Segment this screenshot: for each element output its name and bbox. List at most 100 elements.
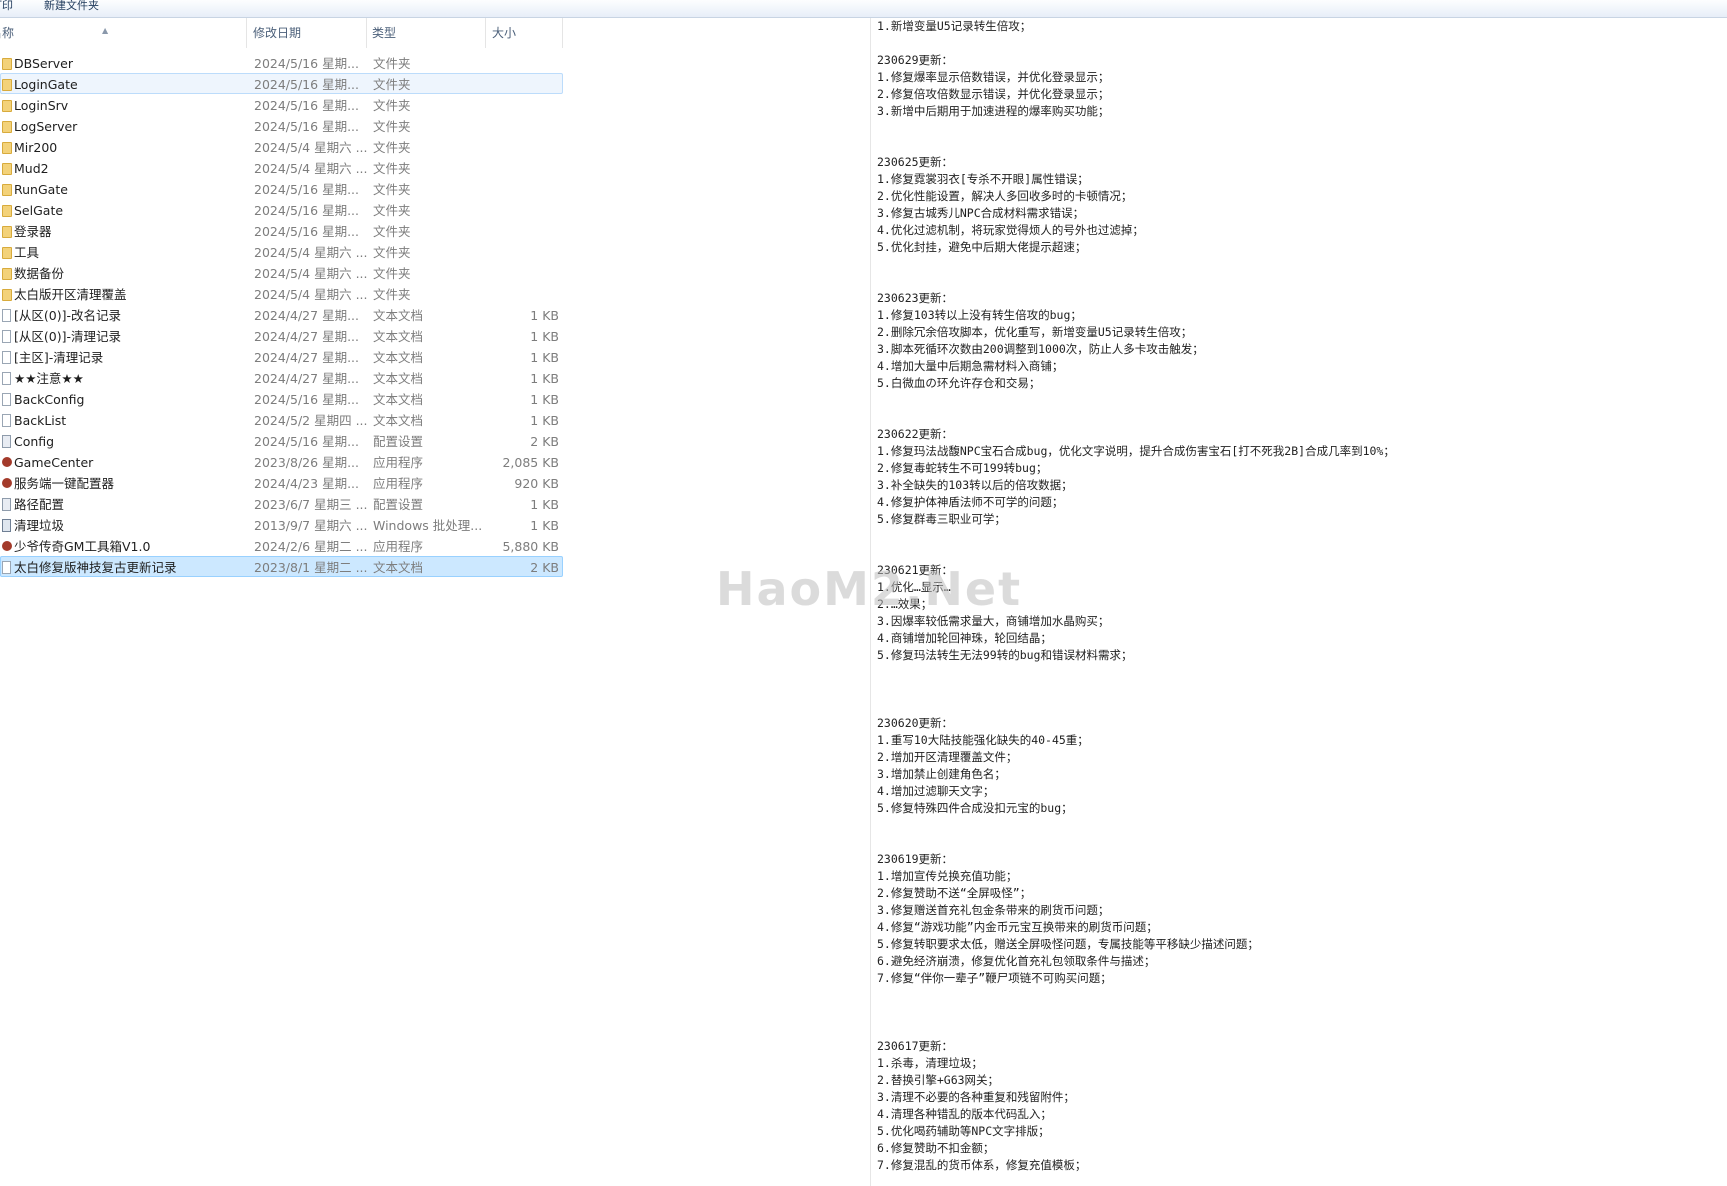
file-row[interactable]: RunGate 2024/5/16 星期... 文件夹	[0, 178, 563, 199]
file-date: 2024/5/16 星期...	[254, 56, 359, 71]
text-document-icon	[2, 414, 11, 427]
file-row[interactable]: 工具 2024/5/4 星期六 ... 文件夹	[0, 241, 563, 262]
file-type: 文件夹	[373, 224, 411, 239]
text-document-icon	[2, 393, 11, 406]
file-size: 1 KB	[530, 497, 559, 512]
file-name: LoginSrv	[14, 98, 69, 113]
file-row[interactable]: [从区(0)]-清理记录 2024/4/27 星期... 文本文档 1 KB	[0, 325, 563, 346]
file-date: 2024/5/4 星期六 ...	[254, 266, 368, 281]
file-row[interactable]: 登录器 2024/5/16 星期... 文件夹	[0, 220, 563, 241]
folder-icon	[2, 289, 12, 301]
file-row[interactable]: 太白版开区清理覆盖 2024/5/4 星期六 ... 文件夹	[0, 283, 563, 304]
text-document-icon	[2, 351, 11, 364]
file-date: 2024/5/16 星期...	[254, 392, 359, 407]
file-size: 2,085 KB	[502, 455, 559, 470]
file-row[interactable]: 清理垃圾 2013/9/7 星期六 ... Windows 批处理... 1 KB	[0, 514, 563, 535]
file-type: 应用程序	[373, 455, 424, 470]
column-header-size[interactable]: 大小	[492, 18, 563, 48]
file-row[interactable]: Mir200 2024/5/4 星期六 ... 文件夹	[0, 136, 563, 157]
file-row[interactable]: 路径配置 2023/6/7 星期三 ... 配置设置 1 KB	[0, 493, 563, 514]
update-log-text: 1.新增变量U5记录转生倍攻； 230629更新： 1.修复爆率显示倍数错误，并…	[877, 19, 1395, 1172]
file-date: 2024/4/27 星期...	[254, 350, 359, 365]
file-row[interactable]: DBServer 2024/5/16 星期... 文件夹	[0, 52, 563, 73]
file-name: GameCenter	[14, 455, 94, 470]
new-folder-button[interactable]: 新建文件夹	[44, 0, 99, 11]
file-type: 文本文档	[373, 560, 424, 575]
file-row[interactable]: Config 2024/5/16 星期... 配置设置 2 KB	[0, 430, 563, 451]
file-type: 应用程序	[373, 539, 424, 554]
file-row[interactable]: LoginSrv 2024/5/16 星期... 文件夹	[0, 94, 563, 115]
folder-icon	[2, 121, 12, 133]
file-type: 文件夹	[373, 56, 411, 71]
file-row[interactable]: 太白修复版神技复古更新记录 2023/8/1 星期二 ... 文本文档 2 KB	[0, 556, 563, 577]
folder-icon	[2, 100, 12, 112]
file-name: 太白版开区清理覆盖	[14, 287, 127, 302]
file-size: 1 KB	[530, 308, 559, 323]
app-icon	[2, 478, 12, 488]
file-name: DBServer	[14, 56, 73, 71]
file-size: 1 KB	[530, 392, 559, 407]
file-list: DBServer 2024/5/16 星期... 文件夹 LoginGate 2024/…	[0, 52, 563, 577]
file-date: 2024/5/4 星期六 ...	[254, 287, 368, 302]
file-date: 2024/5/4 星期六 ...	[254, 245, 368, 260]
file-name: 太白修复版神技复古更新记录	[14, 560, 177, 575]
file-type: 文件夹	[373, 161, 411, 176]
file-type: 文件夹	[373, 98, 411, 113]
file-size: 1 KB	[530, 518, 559, 533]
file-type: 文本文档	[373, 413, 424, 428]
folder-icon	[2, 79, 12, 91]
column-header-type[interactable]: 类型	[372, 18, 486, 48]
file-row[interactable]: 数据备份 2024/5/4 星期六 ... 文件夹	[0, 262, 563, 283]
file-size: 2 KB	[530, 560, 559, 575]
file-type: 文件夹	[373, 182, 411, 197]
file-date: 2024/4/27 星期...	[254, 371, 359, 386]
file-type: 文件夹	[373, 77, 411, 92]
file-type: 配置设置	[373, 434, 424, 449]
file-row[interactable]: ★★注意★★ 2024/4/27 星期... 文本文档 1 KB	[0, 367, 563, 388]
config-file-icon	[2, 435, 11, 448]
file-date: 2024/5/2 星期四 ...	[254, 413, 368, 428]
file-size: 1 KB	[530, 413, 559, 428]
file-name: Mir200	[14, 140, 58, 155]
file-name: LogServer	[14, 119, 78, 134]
file-row[interactable]: BackConfig 2024/5/16 星期... 文本文档 1 KB	[0, 388, 563, 409]
text-document-icon	[2, 330, 11, 343]
batch-file-icon	[2, 519, 11, 532]
column-headers: 名称 ▲ 修改日期 类型 大小	[0, 18, 570, 48]
column-header-name[interactable]: 名称 ▲	[0, 18, 247, 48]
file-name: SelGate	[14, 203, 64, 218]
file-date: 2024/5/16 星期...	[254, 224, 359, 239]
file-row[interactable]: BackList 2024/5/2 星期四 ... 文本文档 1 KB	[0, 409, 563, 430]
file-name: BackList	[14, 413, 67, 428]
file-row[interactable]: 服务端一键配置器 2024/4/23 星期... 应用程序 920 KB	[0, 472, 563, 493]
file-size: 1 KB	[530, 329, 559, 344]
file-name: [从区(0)]-清理记录	[14, 329, 121, 344]
file-row[interactable]: 少爷传奇GM工具箱V1.0 2024/2/6 星期二 ... 应用程序 5,880 K…	[0, 535, 563, 556]
file-type: 应用程序	[373, 476, 424, 491]
file-row[interactable]: Mud2 2024/5/4 星期六 ... 文件夹	[0, 157, 563, 178]
file-date: 2023/8/1 星期二 ...	[254, 560, 368, 575]
file-name: 路径配置	[14, 497, 65, 512]
text-document-icon	[2, 372, 11, 385]
column-header-date[interactable]: 修改日期	[253, 18, 367, 48]
file-row[interactable]: LogServer 2024/5/16 星期... 文件夹	[0, 115, 563, 136]
folder-icon	[2, 247, 12, 259]
file-date: 2024/5/16 星期...	[254, 203, 359, 218]
print-button[interactable]: 打印	[0, 0, 13, 11]
file-type: 配置设置	[373, 497, 424, 512]
file-row[interactable]: SelGate 2024/5/16 星期... 文件夹	[0, 199, 563, 220]
file-type: 文件夹	[373, 287, 411, 302]
file-row[interactable]: [主区]-清理记录 2024/4/27 星期... 文本文档 1 KB	[0, 346, 563, 367]
file-row[interactable]: LoginGate 2024/5/16 星期... 文件夹	[0, 73, 563, 94]
file-date: 2024/2/6 星期二 ...	[254, 539, 368, 554]
file-date: 2013/9/7 星期六 ...	[254, 518, 368, 533]
file-row[interactable]: GameCenter 2023/8/26 星期... 应用程序 2,085 KB	[0, 451, 563, 472]
file-date: 2024/4/27 星期...	[254, 308, 359, 323]
folder-icon	[2, 226, 12, 238]
file-date: 2024/5/4 星期六 ...	[254, 161, 368, 176]
file-type: 文件夹	[373, 266, 411, 281]
update-log-panel: 1.新增变量U5记录转生倍攻； 230629更新： 1.修复爆率显示倍数错误，并…	[870, 18, 1727, 1186]
file-name: Mud2	[14, 161, 49, 176]
file-row[interactable]: [从区(0)]-改名记录 2024/4/27 星期... 文本文档 1 KB	[0, 304, 563, 325]
file-name: 登录器	[14, 224, 52, 239]
